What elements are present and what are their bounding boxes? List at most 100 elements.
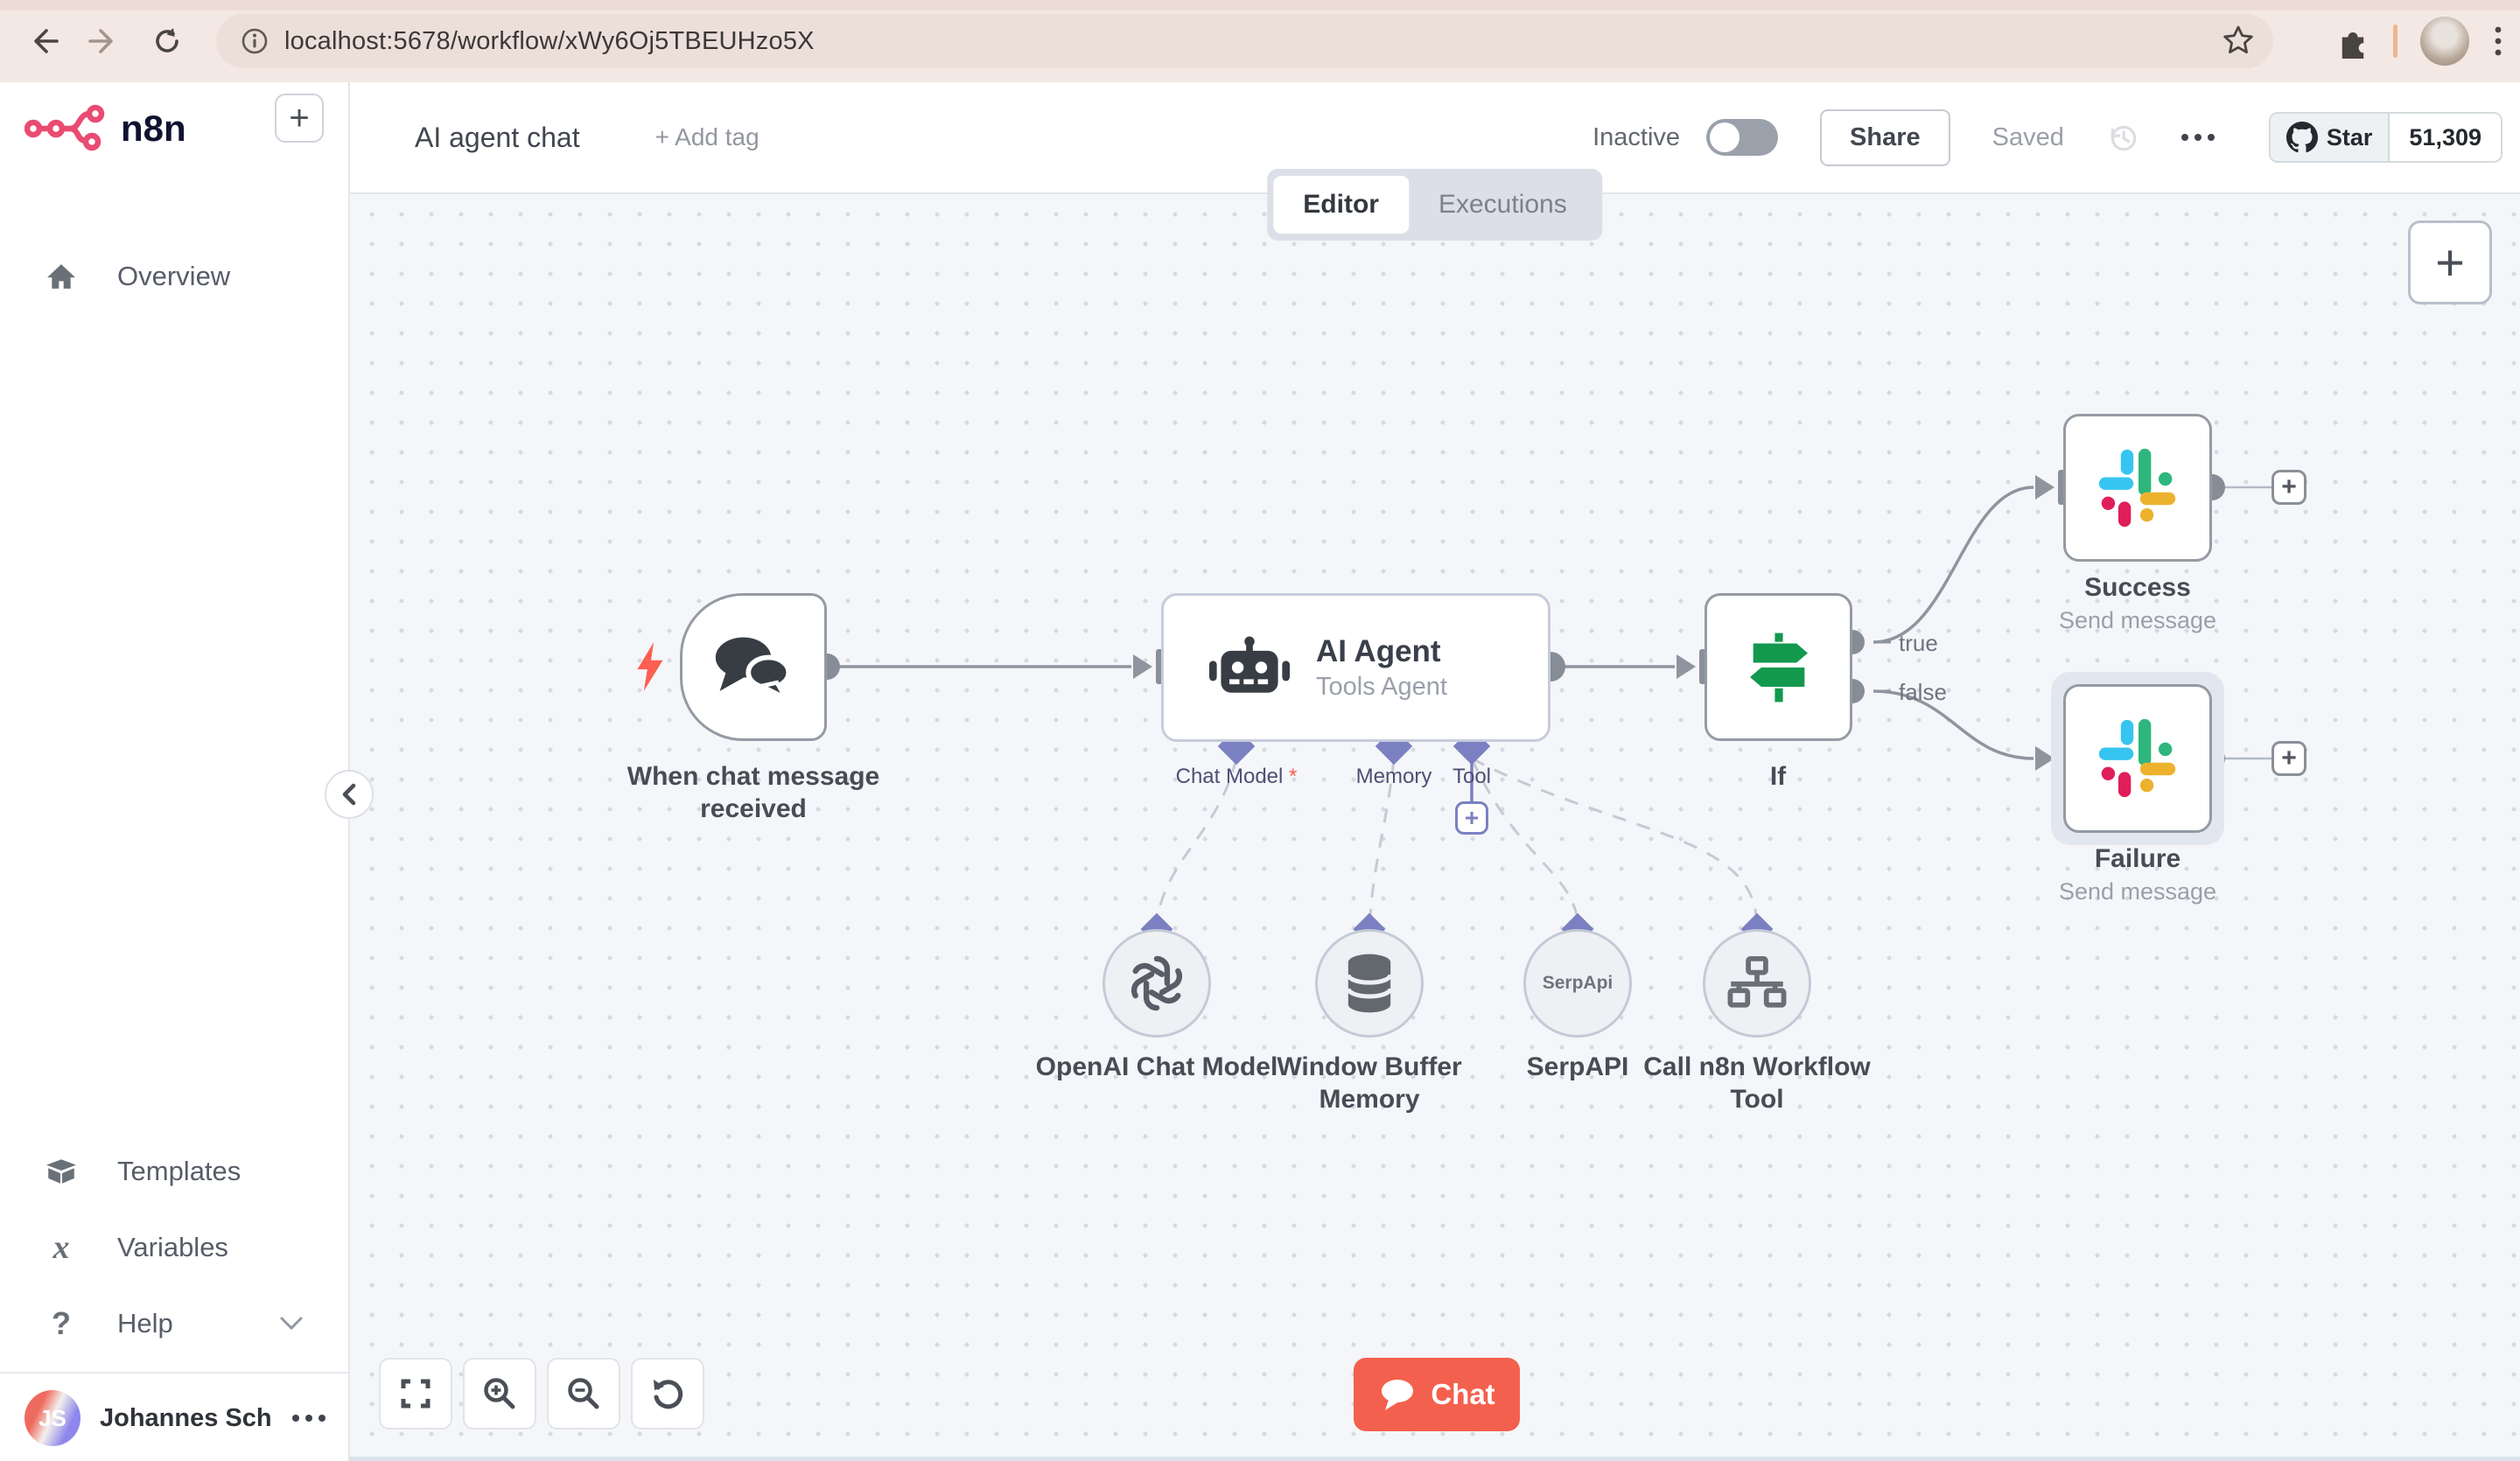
question-mark-icon: ? — [52, 1305, 71, 1341]
workflow-title[interactable]: AI agent chat — [415, 122, 580, 154]
fit-view-button[interactable] — [379, 1358, 452, 1430]
user-menu[interactable]: JS Johannes Schn... — [24, 1388, 326, 1449]
sidebar-item-label: Overview — [117, 261, 231, 291]
node-subtitle: Send message — [2058, 878, 2217, 905]
browser-chrome: localhost:5678/workflow/xWy6Oj5TBEUHzo5X — [0, 0, 2520, 82]
sidebar-item-templates[interactable]: Templates — [0, 1136, 348, 1206]
add-node-button[interactable]: + — [2408, 220, 2492, 304]
variable-x-icon: x — [52, 1229, 70, 1266]
zoom-out-icon — [568, 1378, 599, 1409]
browser-menu-icon[interactable] — [2492, 24, 2504, 59]
tab-executions[interactable]: Executions — [1409, 176, 1597, 234]
tab-editor[interactable]: Editor — [1273, 176, 1409, 234]
history-icon[interactable] — [2106, 121, 2139, 154]
add-next-node-button[interactable]: + — [2272, 741, 2306, 776]
add-tool-button[interactable]: + — [1455, 801, 1488, 835]
toggle-knob — [1710, 122, 1740, 152]
github-star-button[interactable]: Star — [2270, 114, 2390, 161]
node-failure[interactable] — [2063, 684, 2212, 833]
reload-icon — [156, 28, 178, 52]
required-mark: * — [1289, 765, 1298, 788]
browser-back-button[interactable] — [18, 16, 68, 66]
node-label: Success — [2084, 573, 2191, 602]
github-star-widget[interactable]: Star 51,309 — [2268, 112, 2502, 163]
sidebar-collapse-button[interactable] — [325, 770, 374, 819]
node-if[interactable] — [1704, 593, 1852, 741]
sidebar-item-variables[interactable]: x Variables — [0, 1213, 348, 1283]
trigger-lightning-icon — [637, 642, 663, 691]
view-tabs: Editor Executions — [1267, 169, 1603, 241]
workflow-canvas[interactable]: + When chat message received AI Agent To… — [350, 194, 2520, 1461]
chat-button-label: Chat — [1431, 1378, 1495, 1410]
node-label: When chat message received — [626, 762, 880, 823]
extensions-puzzle-icon[interactable] — [2335, 24, 2370, 59]
undo-icon — [654, 1380, 683, 1409]
node-subtitle: Tools Agent — [1316, 672, 1447, 701]
node-subtitle: Send message — [2058, 607, 2217, 633]
add-tag-button[interactable]: + Add tag — [655, 123, 760, 151]
subnode-call-n8n-workflow-tool[interactable] — [1703, 929, 1811, 1038]
user-overflow-menu-icon[interactable] — [292, 1415, 326, 1422]
github-star-count[interactable]: 51,309 — [2390, 114, 2501, 161]
canvas-controls — [379, 1358, 704, 1430]
reset-zoom-button[interactable] — [631, 1358, 704, 1430]
database-icon — [1346, 954, 1393, 1013]
share-button[interactable]: Share — [1820, 108, 1950, 166]
robot-icon — [1209, 636, 1290, 693]
node-success[interactable] — [2063, 414, 2212, 562]
canvas-bottom-edge — [350, 1457, 2520, 1461]
sidebar-item-label: Templates — [117, 1156, 242, 1186]
url-text: localhost:5678/workflow/xWy6Oj5TBEUHzo5X — [284, 26, 815, 55]
bookmark-star-icon[interactable] — [2221, 24, 2256, 59]
browser-reload-button[interactable] — [142, 16, 192, 66]
subnode-openai-chat-model[interactable] — [1102, 929, 1211, 1038]
workflow-menu-icon[interactable] — [2180, 134, 2215, 141]
chat-button[interactable]: Chat — [1354, 1358, 1520, 1431]
node-title: AI Agent — [1316, 633, 1441, 668]
add-next-node-button[interactable]: + — [2272, 470, 2306, 505]
port-label-chat-model: Chat Model * — [1149, 765, 1324, 789]
slack-icon — [2098, 448, 2176, 527]
slack-icon — [2098, 718, 2176, 798]
port-label-text: Chat Model — [1175, 765, 1284, 788]
activation-toggle[interactable] — [1706, 119, 1779, 156]
chat-bubble-icon — [1382, 1380, 1414, 1410]
chat-bubbles-icon — [715, 636, 792, 703]
forward-arrow-icon — [88, 29, 113, 53]
app: n8n + Overview Templates x Variables ? H… — [0, 82, 2520, 1461]
browser-tab-strip — [0, 0, 2520, 10]
node-label: If — [1769, 762, 1787, 791]
zoom-out-button[interactable] — [547, 1358, 620, 1430]
subnode-serpapi[interactable]: SerpApi — [1523, 929, 1632, 1038]
browser-profile-avatar[interactable] — [2420, 17, 2469, 66]
site-info-icon[interactable] — [237, 24, 272, 59]
sidebar-divider — [0, 1372, 348, 1374]
signpost-icon — [1749, 633, 1808, 702]
github-icon — [2286, 122, 2318, 153]
n8n-logo-icon — [24, 104, 105, 151]
user-name: Johannes Schn... — [100, 1403, 273, 1432]
back-arrow-icon — [34, 29, 59, 53]
node-chat-trigger[interactable] — [680, 593, 827, 741]
browser-forward-button[interactable] — [79, 16, 130, 66]
sidebar-item-help[interactable]: ? Help — [0, 1289, 348, 1359]
n8n-logo[interactable]: n8n — [24, 103, 186, 154]
url-bar[interactable]: localhost:5678/workflow/xWy6Oj5TBEUHzo5X — [216, 14, 2273, 68]
saved-status: Saved — [1992, 122, 2064, 151]
output-label-true: true — [1899, 630, 1938, 656]
subnode-window-buffer-memory[interactable] — [1315, 929, 1424, 1038]
fit-view-icon — [401, 1379, 430, 1409]
avatar: JS — [24, 1390, 80, 1446]
node-label: Failure — [2094, 844, 2181, 873]
node-ai-agent[interactable]: AI Agent Tools Agent — [1161, 593, 1550, 742]
activation-status-label: Inactive — [1592, 122, 1681, 151]
port-label-tool: Tool — [1452, 765, 1492, 788]
sidebar-item-label: Help — [117, 1308, 173, 1339]
sidebar: n8n + Overview Templates x Variables ? H… — [0, 82, 350, 1461]
github-star-label: Star — [2326, 123, 2373, 150]
subnode-label: Call n8n Workflow Tool — [1643, 1052, 1871, 1114]
zoom-in-button[interactable] — [463, 1358, 536, 1430]
chevron-down-icon — [280, 1317, 303, 1331]
add-workflow-button[interactable]: + — [275, 94, 324, 143]
sidebar-item-overview[interactable]: Overview — [0, 241, 348, 311]
